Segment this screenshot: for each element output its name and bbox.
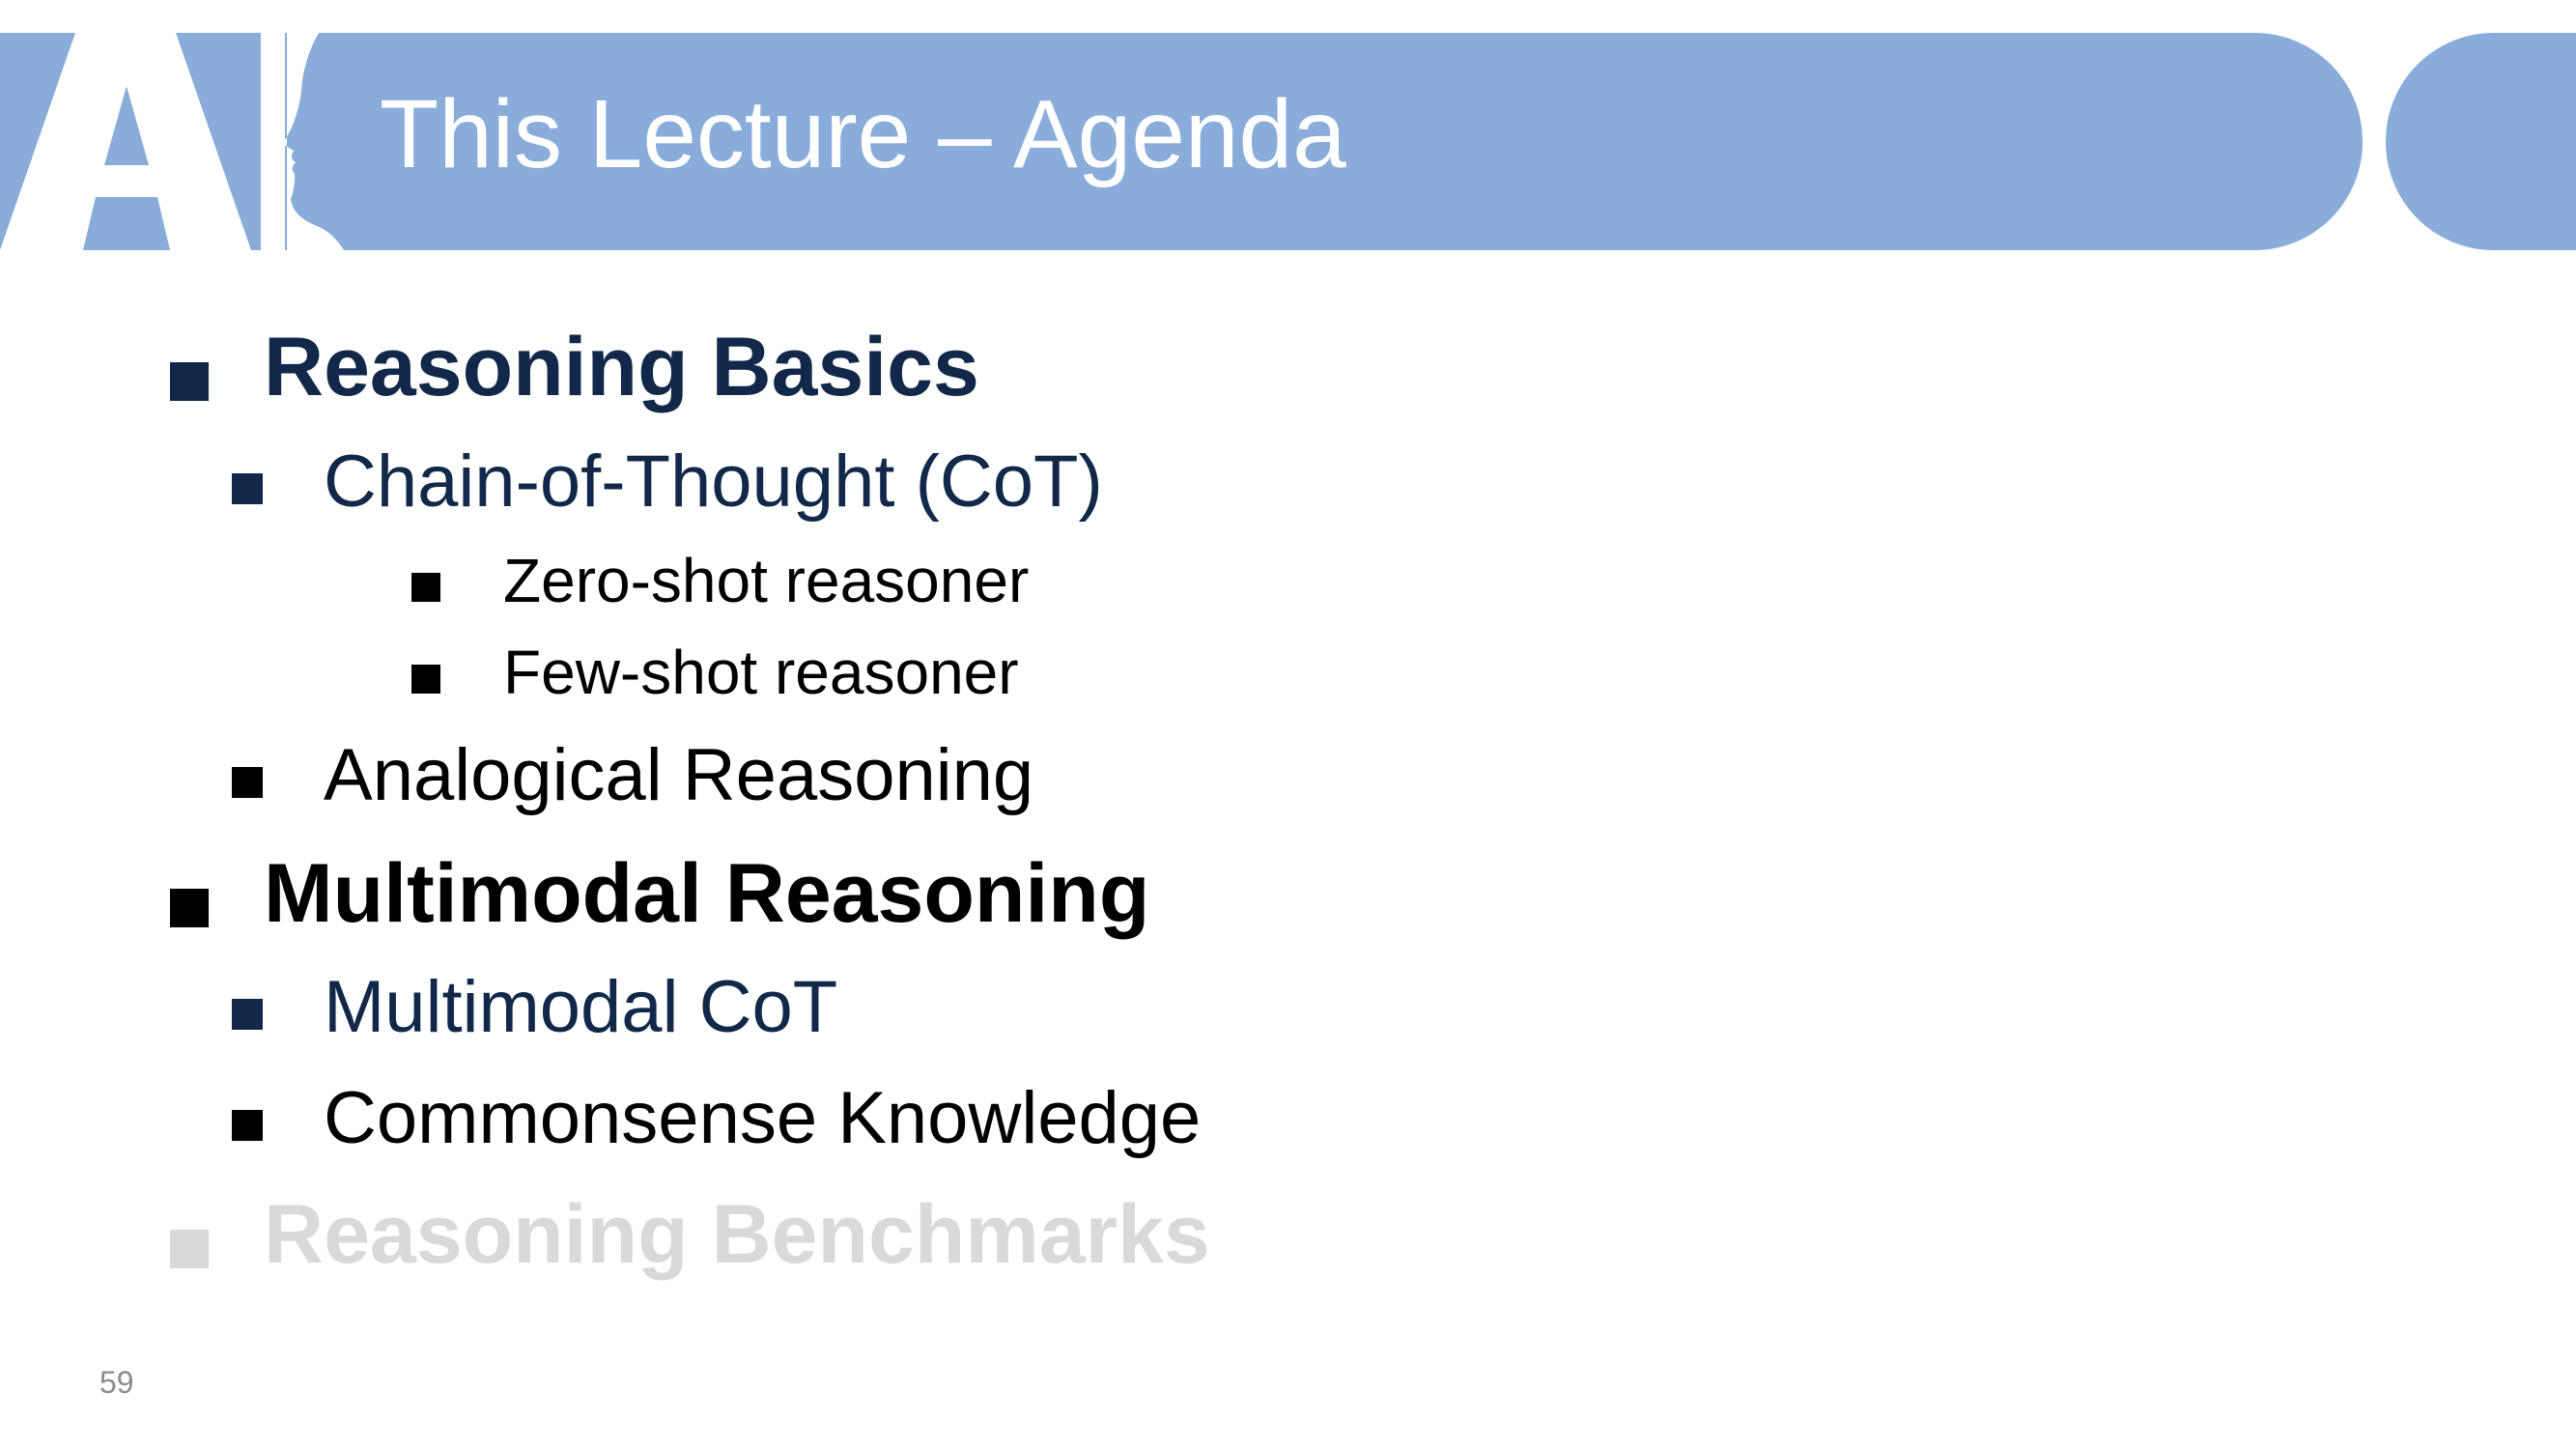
agenda-item-label: Reasoning Benchmarks	[264, 1188, 1210, 1281]
agenda-item-label: Analogical Reasoning	[324, 734, 1034, 816]
square-bullet-icon	[232, 999, 263, 1030]
square-bullet-icon	[411, 665, 440, 694]
agenda-item-label: Multimodal Reasoning	[264, 847, 1150, 940]
agenda-item-label: Chain-of-Thought (CoT)	[324, 440, 1103, 523]
agenda-item-label: Zero-shot reasoner	[503, 546, 1030, 615]
agenda-item-label: Commonsense Knowledge	[324, 1077, 1202, 1159]
square-bullet-icon	[170, 889, 209, 927]
agenda-item-label: Few-shot reasoner	[503, 638, 1019, 707]
agenda-list: Reasoning Basics Chain-of-Thought (CoT) …	[0, 0, 2576, 1449]
square-bullet-icon	[170, 1230, 209, 1268]
slide: This Lecture – Agenda Reasoning Basics C…	[0, 0, 2576, 1449]
page-number: 59	[99, 1365, 134, 1400]
square-bullet-icon	[411, 573, 440, 602]
square-bullet-icon	[232, 473, 263, 504]
agenda-item-label: Reasoning Basics	[264, 321, 979, 413]
square-bullet-icon	[232, 1110, 263, 1141]
square-bullet-icon	[232, 767, 263, 798]
agenda-item-label: Multimodal CoT	[324, 966, 838, 1048]
square-bullet-icon	[170, 362, 209, 401]
